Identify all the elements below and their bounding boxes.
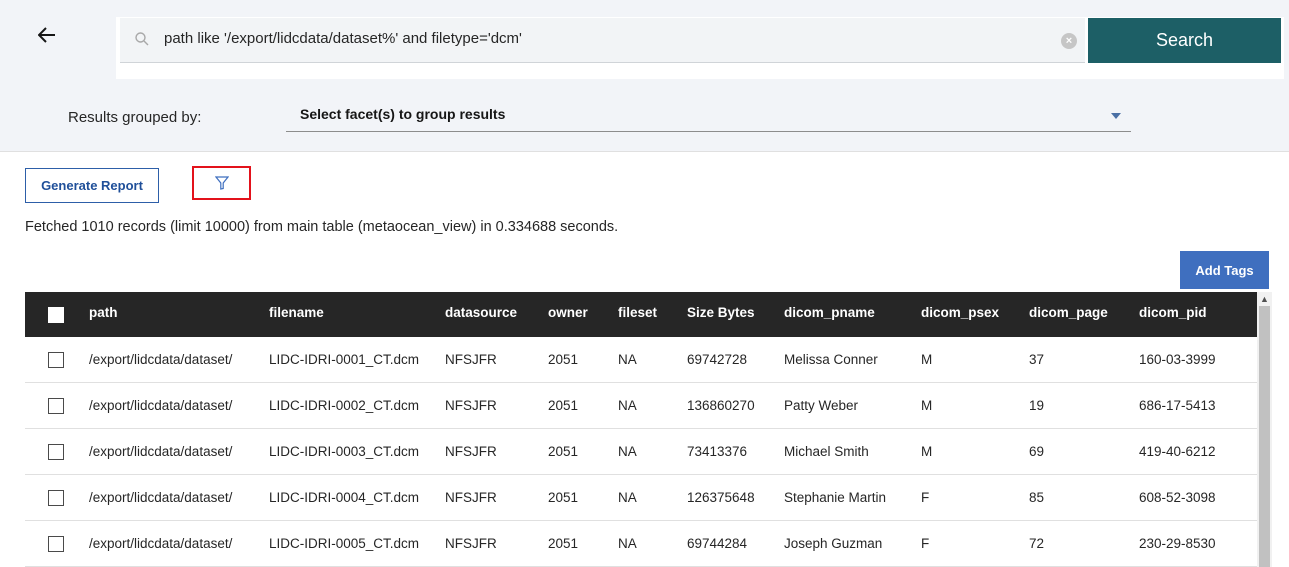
cell-datasource: NFSJFR (445, 490, 497, 505)
cell-filename: LIDC-IDRI-0004_CT.dcm (269, 490, 420, 505)
select-all-checkbox[interactable] (48, 307, 64, 323)
cell-owner: 2051 (548, 444, 579, 459)
table-header: path filename datasource owner fileset S… (25, 292, 1257, 337)
cell-dicom-pid: 160-03-3999 (1139, 352, 1216, 367)
cell-dicom-psex: M (921, 444, 933, 459)
cell-size-bytes: 69742728 (687, 352, 748, 367)
cell-size-bytes: 136860270 (687, 398, 755, 413)
table-row[interactable]: /export/lidcdata/dataset/ LIDC-IDRI-0004… (25, 475, 1257, 521)
cell-fileset: NA (618, 398, 637, 413)
cell-dicom-pid: 608-52-3098 (1139, 490, 1216, 505)
search-icon (135, 32, 149, 46)
row-checkbox[interactable] (48, 444, 64, 460)
cell-fileset: NA (618, 352, 637, 367)
cell-dicom-page: 85 (1029, 490, 1045, 505)
column-header-dicom-pid[interactable]: dicom_pid (1139, 305, 1207, 320)
cell-dicom-page: 72 (1029, 536, 1045, 551)
column-header-owner[interactable]: owner (548, 305, 588, 320)
group-facet-select[interactable]: Select facet(s) to group results (286, 98, 1131, 132)
column-header-dicom-pname[interactable]: dicom_pname (784, 305, 875, 320)
cell-dicom-pname: Michael Smith (784, 444, 869, 459)
group-facet-select-text: Select facet(s) to group results (300, 106, 506, 122)
cell-dicom-pid: 419-40-6212 (1139, 444, 1216, 459)
cell-dicom-psex: F (921, 536, 930, 551)
cell-size-bytes: 73413376 (687, 444, 748, 459)
cell-owner: 2051 (548, 490, 579, 505)
cell-dicom-psex: F (921, 490, 930, 505)
fetched-records-status: Fetched 1010 records (limit 10000) from … (25, 219, 619, 235)
table-row[interactable]: /export/lidcdata/dataset/ LIDC-IDRI-0003… (25, 429, 1257, 475)
scrollbar-thumb[interactable] (1259, 306, 1270, 567)
cell-dicom-pname: Joseph Guzman (784, 536, 883, 551)
cell-owner: 2051 (548, 536, 579, 551)
table-scrollbar[interactable]: ▲ (1257, 292, 1272, 567)
cell-owner: 2051 (548, 352, 579, 367)
column-header-size-bytes[interactable]: Size Bytes (687, 305, 755, 320)
cell-fileset: NA (618, 490, 637, 505)
cell-size-bytes: 69744284 (687, 536, 748, 551)
cell-datasource: NFSJFR (445, 536, 497, 551)
back-button[interactable] (34, 22, 60, 48)
cell-dicom-page: 19 (1029, 398, 1045, 413)
cell-path: /export/lidcdata/dataset/ (89, 444, 233, 459)
cell-filename: LIDC-IDRI-0005_CT.dcm (269, 536, 420, 551)
cell-dicom-page: 37 (1029, 352, 1045, 367)
search-header-area: path like '/export/lidcdata/dataset%' an… (0, 0, 1289, 152)
cell-fileset: NA (618, 536, 637, 551)
arrow-left-icon (38, 27, 55, 43)
search-button[interactable]: Search (1088, 18, 1281, 63)
cell-dicom-psex: M (921, 352, 933, 367)
results-table: path filename datasource owner fileset S… (25, 292, 1257, 567)
column-header-fileset[interactable]: fileset (618, 305, 657, 320)
column-header-filename[interactable]: filename (269, 305, 324, 320)
search-input[interactable]: path like '/export/lidcdata/dataset%' an… (120, 18, 1085, 63)
column-header-dicom-page[interactable]: dicom_page (1029, 305, 1108, 320)
row-checkbox[interactable] (48, 536, 64, 552)
caret-down-icon (1111, 113, 1121, 119)
row-checkbox[interactable] (48, 352, 64, 368)
cell-dicom-psex: M (921, 398, 933, 413)
cell-fileset: NA (618, 444, 637, 459)
cell-dicom-pid: 230-29-8530 (1139, 536, 1216, 551)
cell-filename: LIDC-IDRI-0001_CT.dcm (269, 352, 420, 367)
cell-datasource: NFSJFR (445, 352, 497, 367)
cell-size-bytes: 126375648 (687, 490, 755, 505)
cell-datasource: NFSJFR (445, 444, 497, 459)
row-checkbox[interactable] (48, 398, 64, 414)
cell-dicom-pid: 686-17-5413 (1139, 398, 1216, 413)
search-bar: path like '/export/lidcdata/dataset%' an… (116, 17, 1284, 79)
generate-report-button[interactable]: Generate Report (25, 168, 159, 203)
column-header-datasource[interactable]: datasource (445, 305, 517, 320)
cell-dicom-pname: Melissa Conner (784, 352, 878, 367)
cell-dicom-page: 69 (1029, 444, 1045, 459)
cell-owner: 2051 (548, 398, 579, 413)
add-tags-button[interactable]: Add Tags (1180, 251, 1269, 289)
column-header-dicom-psex[interactable]: dicom_psex (921, 305, 999, 320)
filter-icon (214, 176, 229, 190)
cell-filename: LIDC-IDRI-0002_CT.dcm (269, 398, 420, 413)
cell-path: /export/lidcdata/dataset/ (89, 352, 233, 367)
table-row[interactable]: /export/lidcdata/dataset/ LIDC-IDRI-0005… (25, 521, 1257, 567)
cell-filename: LIDC-IDRI-0003_CT.dcm (269, 444, 420, 459)
column-header-path[interactable]: path (89, 305, 118, 320)
scroll-up-arrow-icon[interactable]: ▲ (1257, 292, 1272, 306)
cell-dicom-pname: Patty Weber (784, 398, 859, 413)
cell-dicom-pname: Stephanie Martin (784, 490, 887, 505)
cell-path: /export/lidcdata/dataset/ (89, 398, 233, 413)
table-row[interactable]: /export/lidcdata/dataset/ LIDC-IDRI-0001… (25, 337, 1257, 383)
close-circle-icon[interactable]: × (1061, 33, 1077, 49)
filter-button[interactable] (192, 166, 251, 200)
search-query-text: path like '/export/lidcdata/dataset%' an… (164, 30, 522, 47)
row-checkbox[interactable] (48, 490, 64, 506)
cell-path: /export/lidcdata/dataset/ (89, 490, 233, 505)
cell-datasource: NFSJFR (445, 398, 497, 413)
results-grouped-by-label: Results grouped by: (68, 109, 202, 126)
table-row[interactable]: /export/lidcdata/dataset/ LIDC-IDRI-0002… (25, 383, 1257, 429)
cell-path: /export/lidcdata/dataset/ (89, 536, 233, 551)
